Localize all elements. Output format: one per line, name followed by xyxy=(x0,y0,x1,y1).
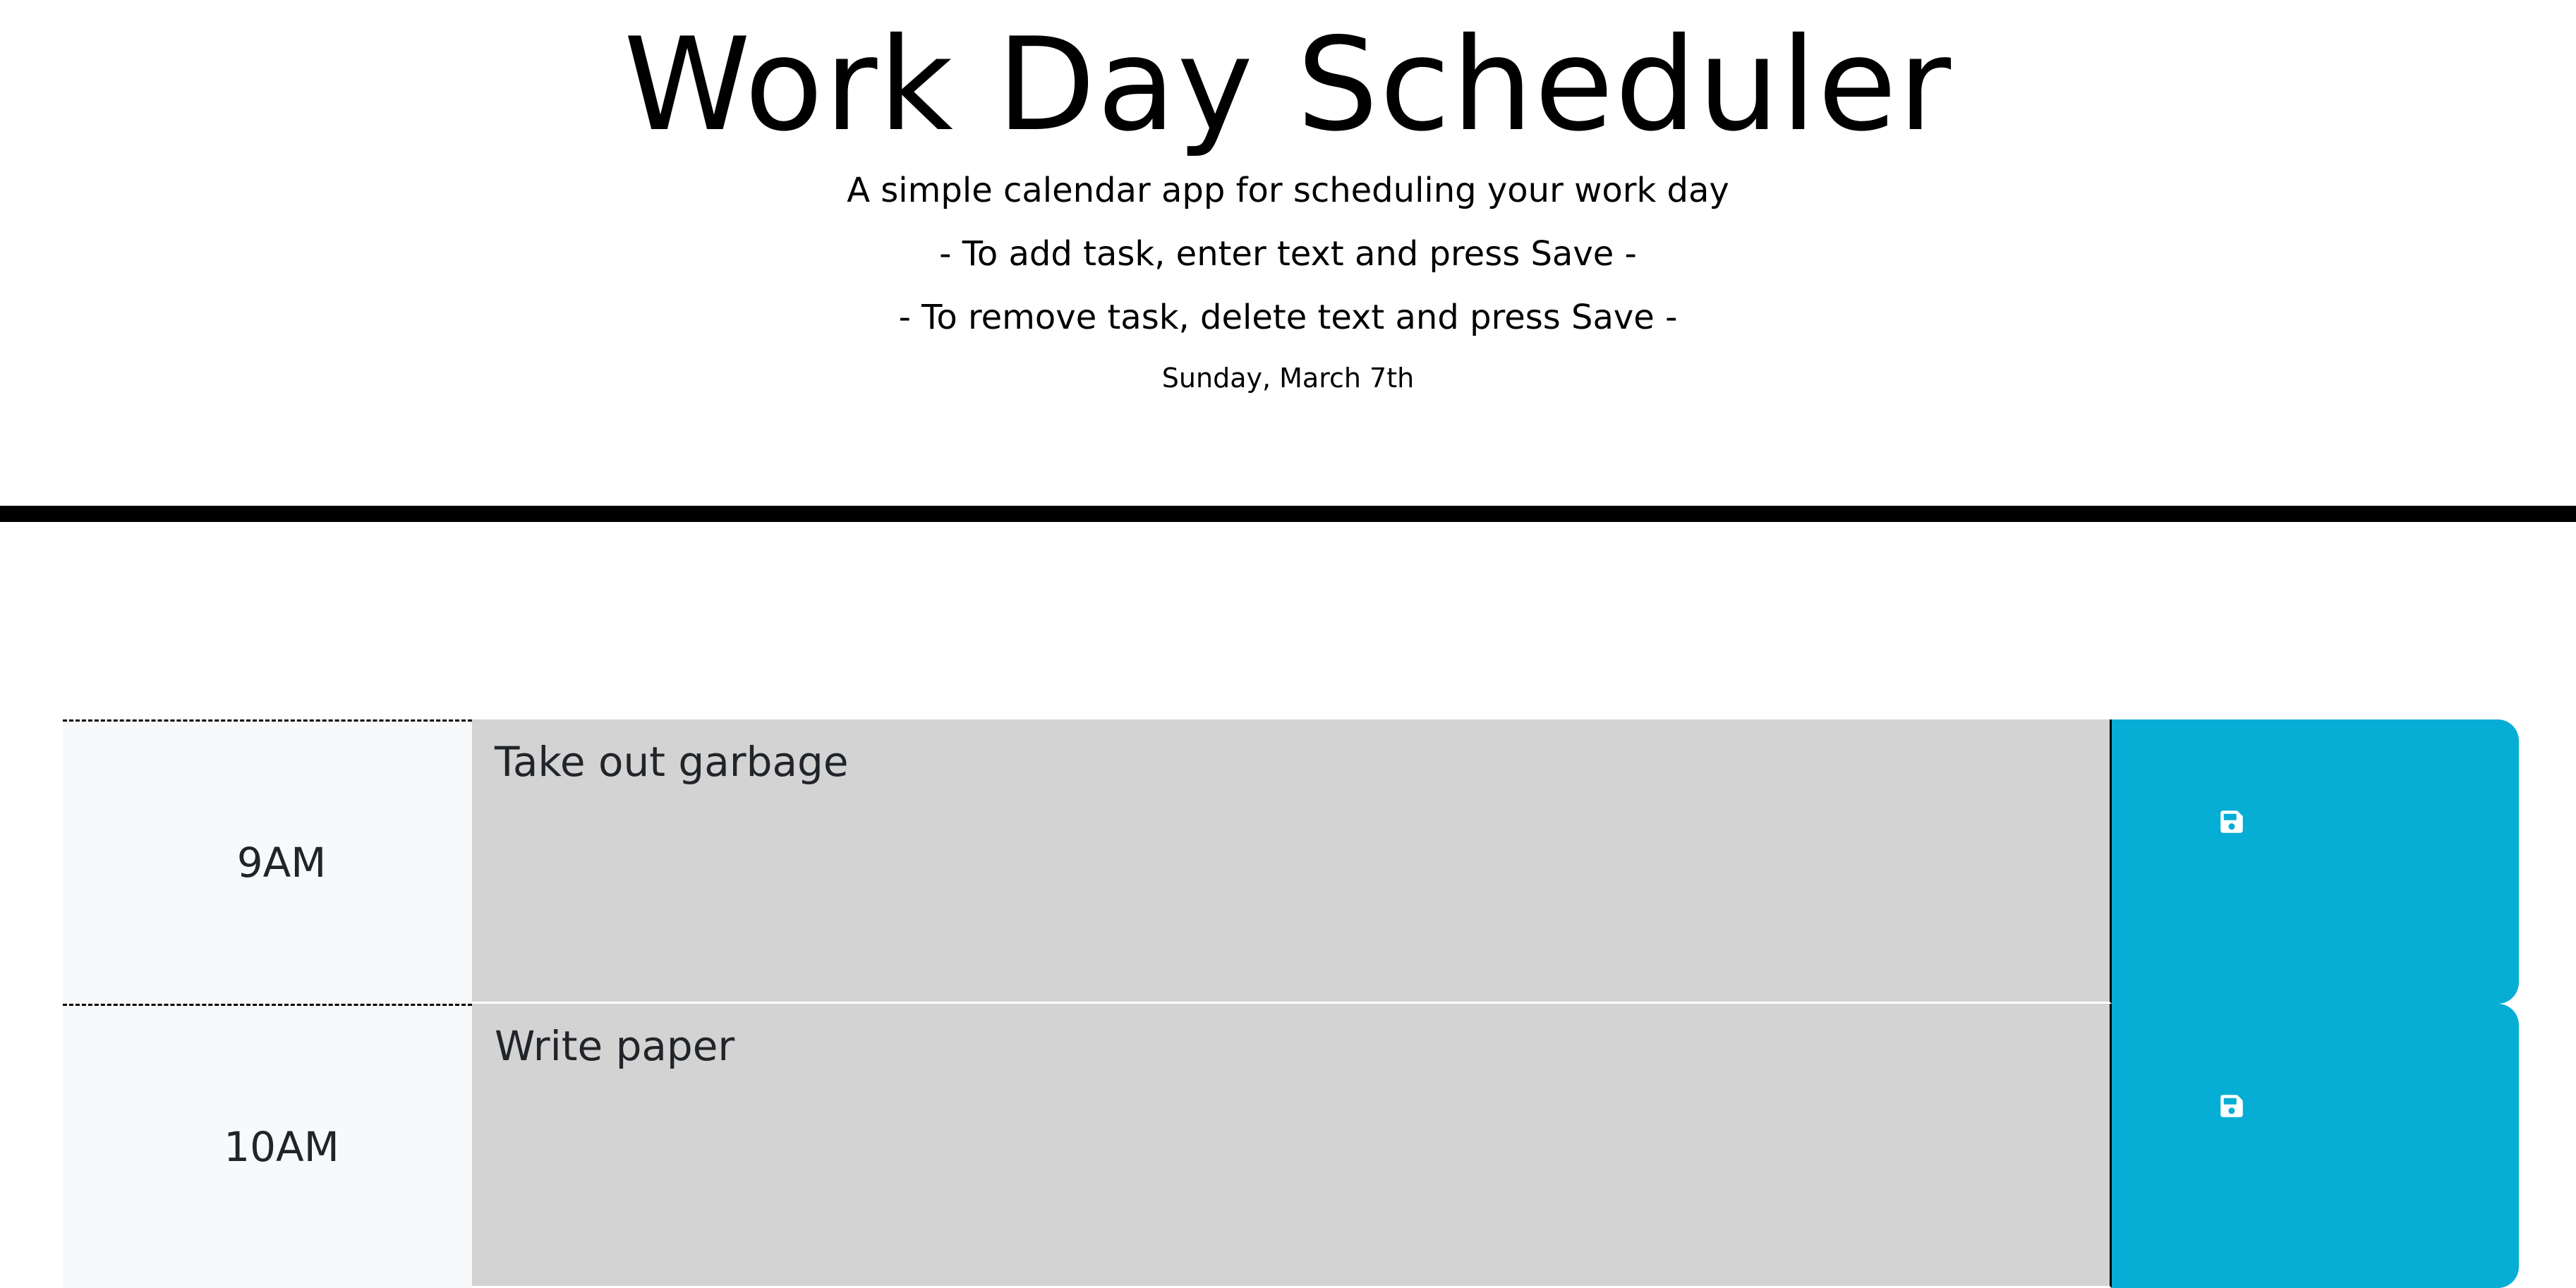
save-button[interactable] xyxy=(2112,1004,2519,1288)
floppy-disk-icon xyxy=(2220,810,2243,833)
header: Work Day Scheduler A simple calendar app… xyxy=(0,0,2576,522)
time-block-row: 9AM xyxy=(63,719,2519,1004)
subtitle: A simple calendar app for scheduling you… xyxy=(847,171,1729,210)
task-input[interactable] xyxy=(472,1004,2112,1288)
page-title: Work Day Scheduler xyxy=(623,10,1953,159)
instruction-add: - To add task, enter text and press Save… xyxy=(939,234,1637,274)
instruction-remove: - To remove task, delete text and press … xyxy=(898,298,1678,337)
time-block-row: 10AM xyxy=(63,1004,2519,1288)
hour-label: 9AM xyxy=(63,719,472,1004)
task-input[interactable] xyxy=(472,719,2112,1004)
time-block-container: 9AM 10AM xyxy=(63,719,2519,1288)
floppy-disk-icon xyxy=(2220,1095,2243,1117)
current-day: Sunday, March 7th xyxy=(1161,363,1415,394)
hour-label: 10AM xyxy=(63,1004,472,1288)
save-button[interactable] xyxy=(2112,719,2519,1004)
